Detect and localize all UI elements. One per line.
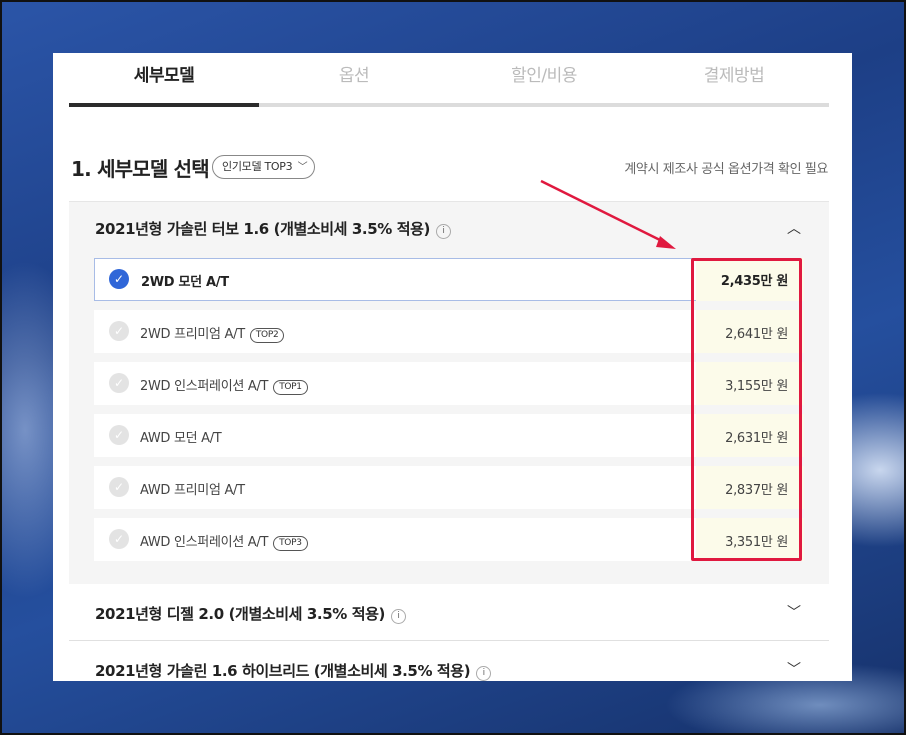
annotation-arrow-icon [540,179,676,249]
